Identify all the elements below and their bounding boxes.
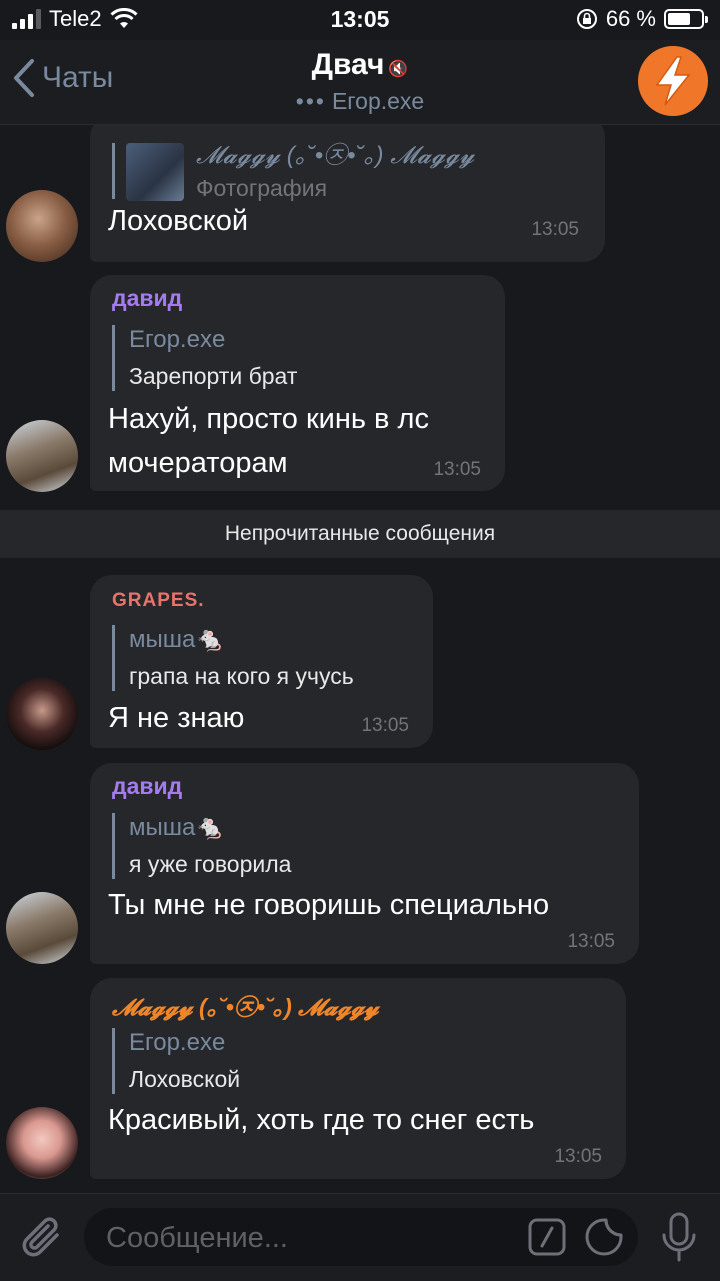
orientation-lock-icon	[576, 9, 597, 29]
message-time: 13:05	[567, 931, 615, 952]
reply-quote[interactable]: мыша🐁 я уже говорила	[112, 813, 291, 879]
message-text: Нахуй, просто кинь в лс мочераторам	[108, 403, 429, 479]
status-bar: Tele2 13:05 66 %	[0, 0, 720, 40]
typing-dots-icon: •••	[295, 88, 326, 114]
voice-button[interactable]	[654, 1210, 704, 1264]
reply-thumbnail	[126, 143, 184, 201]
avatar[interactable]	[6, 678, 78, 750]
chat-title-area[interactable]: Двач 🔇	[0, 48, 720, 82]
reply-text: грапа на кого я учусь	[129, 663, 354, 689]
message-list[interactable]: 𝓜𝓪𝓰𝓰𝔂 (｡˘•㉨•˘｡) 𝓜𝓪𝓰𝓰𝔂 Фотография Лоховск…	[0, 125, 720, 1193]
microphone-icon	[662, 1212, 696, 1262]
message-bubble[interactable]: давид мыша🐁 я уже говорила Ты мне не гов…	[90, 763, 639, 964]
battery-percent: 66 %	[605, 6, 656, 31]
sender-name: 𝓜𝓪𝓰𝓰𝔂 (｡˘•㉨•˘｡) 𝓜𝓪𝓰𝓰𝔂	[112, 994, 379, 1020]
chat-subtitle: ••• Егор.exe	[0, 88, 720, 115]
message-text: Красивый, хоть где то снег есть	[108, 1104, 535, 1136]
chat-title: Двач	[311, 48, 385, 81]
reply-quote[interactable]: Егор.exe Лоховской	[112, 1028, 240, 1094]
message-field[interactable]	[84, 1208, 638, 1268]
sticker-icon	[585, 1218, 623, 1256]
reply-name: Егор.exe	[129, 1029, 226, 1056]
message-text: Ты мне не говоришь специально	[108, 889, 550, 921]
sender-name: GRAPES.	[112, 590, 205, 611]
sticker-button[interactable]	[584, 1217, 624, 1257]
unread-divider: Непрочитанные сообщения	[0, 510, 720, 558]
avatar[interactable]	[6, 190, 78, 262]
message-bubble[interactable]: GRAPES. мыша🐁 грапа на кого я учусь Я не…	[90, 575, 433, 748]
input-bar	[0, 1193, 720, 1281]
reply-name: мыша🐁	[129, 814, 226, 841]
avatar[interactable]	[6, 892, 78, 964]
commands-button[interactable]	[528, 1218, 566, 1256]
reply-quote[interactable]: мыша🐁 грапа на кого я учусь	[112, 625, 354, 691]
attach-button[interactable]	[18, 1212, 68, 1262]
message-bubble[interactable]: 𝓜𝓪𝓰𝓰𝔂 (｡˘•㉨•˘｡) 𝓜𝓪𝓰𝓰𝔂 Фотография Лоховск…	[90, 125, 605, 262]
typing-user: Егор.exe	[331, 88, 425, 114]
avatar[interactable]	[6, 420, 78, 492]
lightning-logo	[655, 56, 691, 106]
status-right: 66 %	[576, 6, 708, 32]
reply-name: 𝓜𝓪𝓰𝓰𝔂 (｡˘•㉨•˘｡) 𝓜𝓪𝓰𝓰𝔂	[196, 142, 475, 169]
reply-text: я уже говорила	[129, 851, 292, 877]
reply-name: мыша🐁	[129, 626, 226, 653]
sender-name: давид	[112, 773, 183, 799]
message-time: 13:05	[433, 459, 481, 480]
message-input[interactable]	[104, 1208, 508, 1268]
battery-icon	[664, 9, 708, 29]
reply-text: Зарепорти брат	[129, 363, 298, 389]
chat-avatar-button[interactable]	[638, 46, 708, 116]
sender-name: давид	[112, 285, 183, 311]
chat-header: Чаты Двач 🔇 ••• Егор.exe	[0, 40, 720, 125]
message-bubble[interactable]: давид Егор.exe Зарепорти брат Нахуй, про…	[90, 275, 505, 491]
message-time: 13:05	[554, 1146, 602, 1167]
reply-quote[interactable]: Егор.exe Зарепорти брат	[112, 325, 297, 391]
reply-text: Лоховской	[129, 1066, 241, 1092]
reply-name: Егор.exe	[129, 326, 226, 353]
message-bubble[interactable]: 𝓜𝓪𝓰𝓰𝔂 (｡˘•㉨•˘｡) 𝓜𝓪𝓰𝓰𝔂 Егор.exe Лоховской…	[90, 978, 626, 1179]
message-text: Я не знаю	[108, 702, 245, 734]
avatar[interactable]	[6, 1107, 78, 1179]
commands-icon	[528, 1218, 566, 1256]
message-time: 13:05	[361, 715, 409, 736]
mute-icon: 🔇	[388, 61, 409, 78]
message-text: Лоховской	[108, 205, 249, 237]
message-time: 13:05	[531, 219, 579, 240]
attach-icon	[22, 1217, 59, 1257]
